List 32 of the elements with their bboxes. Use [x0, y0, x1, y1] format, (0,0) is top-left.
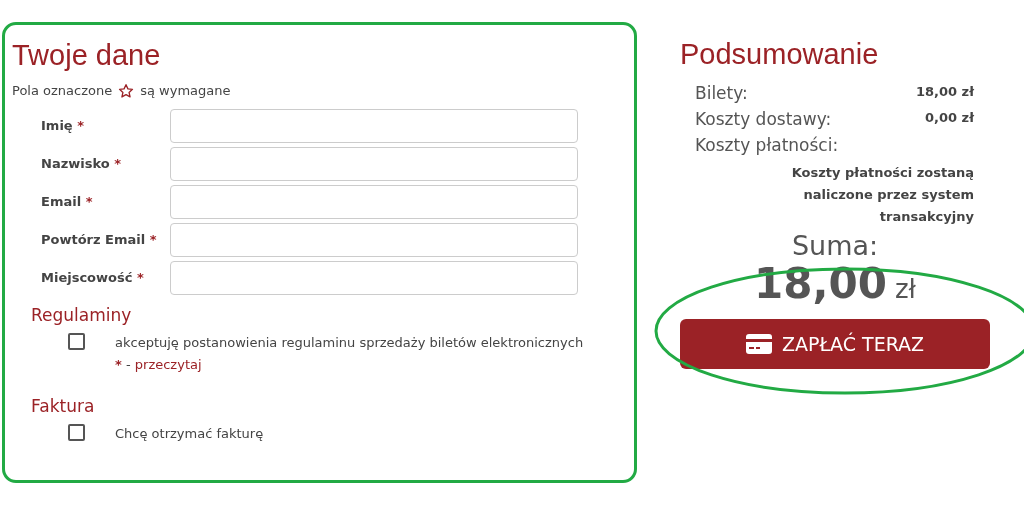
required-note: Pola oznaczone — [12, 82, 113, 100]
field-label: Imię * — [40, 116, 85, 135]
terms-link[interactable]: przeczytaj — [134, 356, 202, 372]
field-label: Nazwisko * — [40, 154, 122, 173]
summary-value: 0,00 zł — [925, 109, 974, 127]
summary-label: Bilety: — [695, 82, 748, 104]
section-heading: Regulaminy — [31, 303, 133, 327]
payment-note: Koszty płatności zostaną naliczone przez system transakcyjny — [790, 164, 974, 226]
field-label: Miejscowość * — [40, 268, 145, 287]
required-note: są wymagane — [140, 82, 231, 100]
input-field[interactable] — [170, 222, 578, 257]
summary-value: 18,00 zł — [915, 83, 974, 101]
form-title: Twoje dane — [12, 38, 162, 73]
summary-title: Podsumowanie — [680, 37, 880, 72]
input-field[interactable] — [170, 260, 578, 295]
star-icon — [118, 82, 135, 99]
checkbox[interactable] — [68, 332, 85, 350]
field-label: Email * — [40, 192, 94, 211]
input-field[interactable] — [170, 184, 578, 219]
section-heading: Faktura — [31, 394, 96, 418]
checkbox-label: Chcę otrzymać fakturę — [115, 424, 265, 443]
field-label: Powtórz Email * — [40, 230, 158, 249]
input-field[interactable] — [170, 108, 578, 143]
summary-label: Koszty płatności: — [695, 134, 839, 156]
total-label: Suma: — [791, 230, 879, 262]
pay-button[interactable]: ZAPŁAĆ TERAZ — [680, 319, 990, 369]
checkbox[interactable] — [68, 423, 85, 441]
total-currency: zł — [894, 273, 916, 306]
input-field[interactable] — [170, 146, 578, 181]
checkbox-label: akceptuję postanowienia regulaminu sprzedaży biletów elektronicznych * - przeczytaj — [115, 333, 585, 374]
summary-label: Koszty dostawy: — [695, 108, 832, 130]
credit-card-icon — [745, 334, 772, 354]
